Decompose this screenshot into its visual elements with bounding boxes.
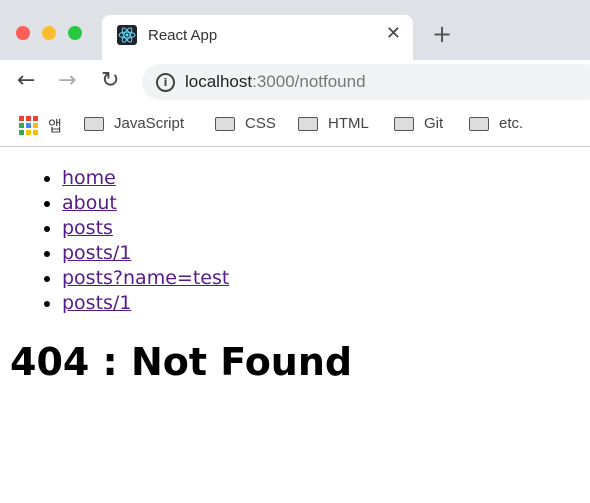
url-host: localhost bbox=[185, 72, 253, 91]
maximize-window-button[interactable] bbox=[68, 26, 82, 40]
list-item: posts?name=test bbox=[62, 266, 229, 291]
tab-bar: React App ✕ + bbox=[0, 0, 590, 60]
tab-title: React App bbox=[148, 27, 218, 44]
bookmark-label: JavaScript bbox=[114, 115, 185, 132]
list-item: posts/1 bbox=[62, 291, 229, 316]
link-posts[interactable]: posts bbox=[62, 217, 113, 239]
nav-list: home about posts posts/1 posts?name=test… bbox=[22, 166, 229, 316]
bookmark-label: 앱 bbox=[48, 118, 62, 135]
url-path: :3000/notfound bbox=[252, 72, 366, 91]
bookmark-apps[interactable]: 앱 bbox=[19, 115, 62, 136]
react-icon bbox=[117, 25, 137, 45]
folder-icon bbox=[394, 116, 414, 131]
bookmark-label: CSS bbox=[245, 115, 276, 132]
list-item: about bbox=[62, 191, 229, 216]
folder-icon bbox=[84, 116, 104, 131]
link-posts-1-second[interactable]: posts/1 bbox=[62, 292, 131, 314]
bookmark-css[interactable]: CSS bbox=[215, 115, 276, 132]
list-item: home bbox=[62, 166, 229, 191]
bookmark-label: HTML bbox=[328, 115, 369, 132]
bookmark-label: Git bbox=[424, 115, 444, 132]
new-tab-icon[interactable]: + bbox=[432, 22, 452, 46]
toolbar: ← → ↻ i localhost:3000/notfound bbox=[0, 60, 590, 104]
bookmark-git[interactable]: Git bbox=[394, 115, 443, 132]
link-home[interactable]: home bbox=[62, 167, 116, 189]
back-icon[interactable]: ← bbox=[17, 68, 35, 94]
link-posts-1[interactable]: posts/1 bbox=[62, 242, 131, 264]
folder-icon bbox=[215, 116, 235, 131]
folder-icon bbox=[298, 116, 318, 131]
apps-icon bbox=[19, 116, 38, 135]
page-title: 404 : Not Found bbox=[10, 340, 353, 384]
address-bar[interactable]: i localhost:3000/notfound bbox=[142, 64, 590, 100]
close-window-button[interactable] bbox=[16, 26, 30, 40]
list-item: posts bbox=[62, 216, 229, 241]
close-tab-icon[interactable]: ✕ bbox=[386, 23, 401, 44]
reload-icon[interactable]: ↻ bbox=[101, 68, 119, 94]
forward-icon[interactable]: → bbox=[58, 68, 76, 94]
bookmark-javascript[interactable]: JavaScript bbox=[84, 115, 184, 132]
tab-react-app[interactable]: React App ✕ bbox=[102, 15, 413, 60]
list-item: posts/1 bbox=[62, 241, 229, 266]
folder-icon bbox=[469, 116, 489, 131]
minimize-window-button[interactable] bbox=[42, 26, 56, 40]
bookmarks-bar: 앱 JavaScript CSS HTML Git etc. bbox=[0, 104, 590, 147]
bookmark-label: etc. bbox=[499, 115, 524, 132]
info-icon[interactable]: i bbox=[156, 73, 175, 92]
link-about[interactable]: about bbox=[62, 192, 117, 214]
bookmark-etc[interactable]: etc. bbox=[469, 115, 523, 132]
bookmark-html[interactable]: HTML bbox=[298, 115, 369, 132]
link-posts-query[interactable]: posts?name=test bbox=[62, 267, 229, 289]
